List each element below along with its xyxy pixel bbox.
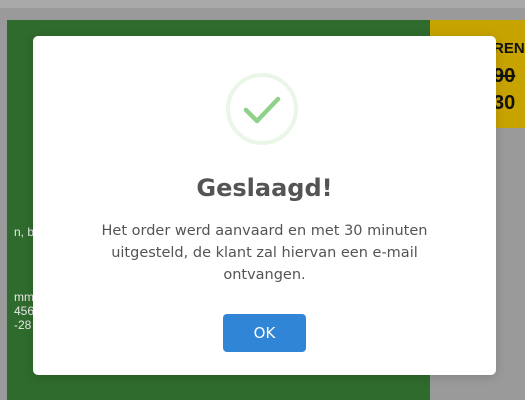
- order-date-fragment: -28: [14, 318, 32, 332]
- order-number-fragment: 456: [14, 304, 35, 318]
- dialog-message: Het order werd aanvaard en met 30 minute…: [101, 223, 428, 283]
- time-card-label: REN: [493, 40, 525, 57]
- order-detail-fragment: mm: [14, 290, 34, 304]
- dialog-title: Geslaagd!: [196, 174, 333, 202]
- ok-button[interactable]: OK: [223, 314, 306, 352]
- success-dialog: Geslaagd! Het order werd aanvaard en met…: [33, 36, 496, 375]
- time-card-new-value: 30: [493, 92, 516, 114]
- top-bar: [0, 0, 525, 8]
- time-card-old-value: 90: [493, 65, 516, 87]
- success-check-icon: [226, 73, 298, 145]
- order-address-fragment: n, b: [14, 225, 35, 239]
- page: n, b mm 456 -28 REN 90 30 Geslaagd! Het …: [0, 0, 525, 400]
